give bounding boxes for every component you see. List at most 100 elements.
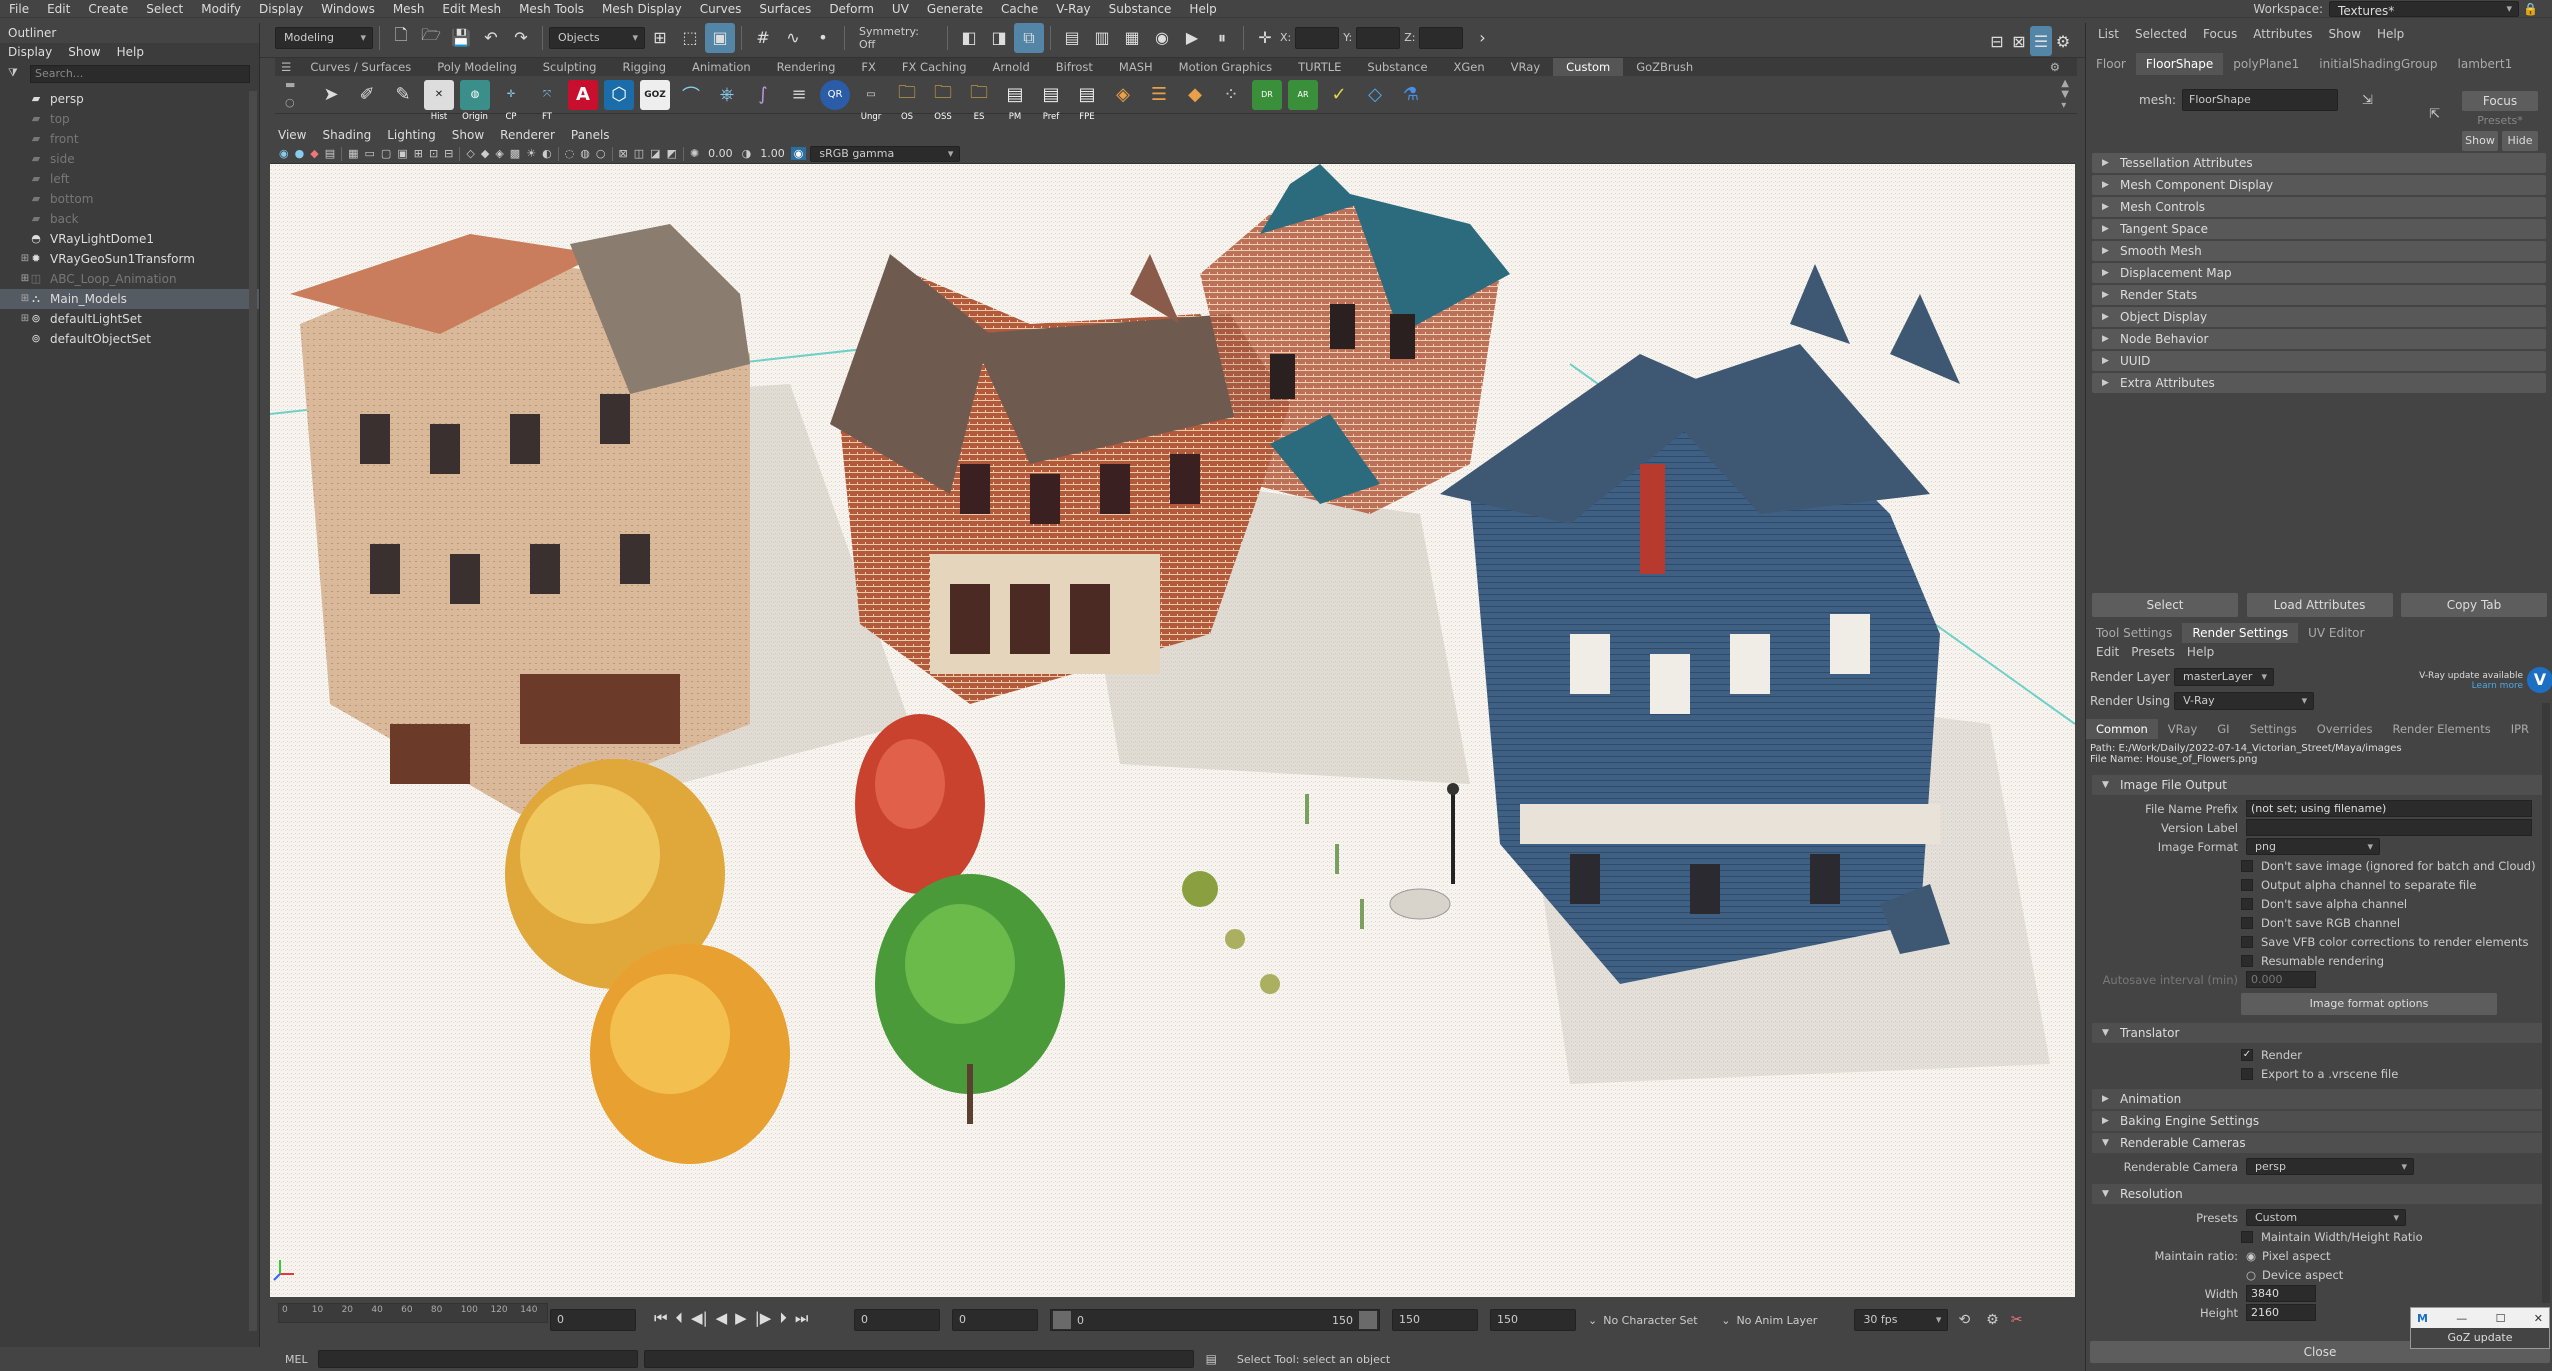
selection-mask-dropdown[interactable]: Objects	[549, 26, 645, 49]
rs-menu-presets[interactable]: Presets	[2125, 645, 2181, 659]
menu-mesh-tools[interactable]: Mesh Tools	[510, 0, 593, 18]
viewport-menu-panels[interactable]: Panels	[563, 126, 618, 144]
snap-point-icon[interactable]: •	[808, 23, 838, 53]
shelf-tab-bifrost[interactable]: Bifrost	[1043, 58, 1106, 76]
outliner-item[interactable]: ⊞ ⛬ Main_Models	[0, 289, 259, 309]
image-format-options-button[interactable]: Image format options	[2241, 993, 2497, 1015]
translator-section[interactable]: Translator	[2092, 1023, 2547, 1043]
z-field[interactable]	[1419, 26, 1464, 49]
python-script-icon[interactable]: ⚗	[1396, 80, 1426, 110]
step-back-frame-icon[interactable]: ◀|	[687, 1309, 712, 1327]
ae-section-tessellation-attributes[interactable]: Tessellation Attributes	[2092, 153, 2546, 173]
construction-history-icon[interactable]: ⧉	[1014, 22, 1044, 53]
depth-of-field-icon[interactable]: ◩	[664, 147, 680, 160]
playback-end-field[interactable]: 150	[1392, 1309, 1478, 1331]
hex-plugin-icon[interactable]: ⬡	[604, 79, 634, 110]
center-pivot-origin-icon[interactable]: Origin ◍	[460, 79, 490, 122]
gamma-icon[interactable]: ◑	[739, 147, 755, 160]
expand-icon[interactable]: ⊞	[20, 269, 30, 289]
version-label-field[interactable]	[2246, 819, 2532, 836]
rs-subtab-vray[interactable]: VRay	[2158, 719, 2207, 739]
ae-section-uuid[interactable]: UUID	[2092, 351, 2546, 371]
menu-select[interactable]: Select	[137, 0, 192, 18]
camera-attributes-icon[interactable]: ●	[292, 147, 308, 160]
current-frame-field[interactable]: 0	[550, 1309, 636, 1331]
attribute-editor-toggle-icon[interactable]: ☰	[2030, 26, 2052, 56]
menu-help[interactable]: Help	[1180, 0, 1225, 18]
shelf-tab-rendering[interactable]: Rendering	[764, 58, 849, 76]
step-forward-key-icon[interactable]: ⏵	[775, 1309, 791, 1327]
height-field[interactable]: 2160	[2246, 1304, 2316, 1321]
ae-section-displacement-map[interactable]: Displacement Map	[2092, 263, 2546, 283]
mel-label[interactable]: MEL	[0, 1353, 318, 1366]
menu-modify[interactable]: Modify	[192, 0, 250, 18]
gate-mask-icon[interactable]: ▣	[394, 147, 410, 160]
outliner-item[interactable]: ▰ persp	[0, 89, 259, 109]
shadows-icon[interactable]: ◐	[539, 147, 555, 160]
ae-section-object-display[interactable]: Object Display	[2092, 307, 2546, 327]
outliner-search-input[interactable]: Search...	[30, 65, 250, 83]
mel-input[interactable]	[317, 1350, 638, 1368]
ungroup-icon[interactable]: Ungr ▭	[856, 80, 886, 122]
copy-tab-button[interactable]: Copy Tab	[2401, 593, 2547, 617]
rs-subtab-render-elements[interactable]: Render Elements	[2383, 719, 2501, 739]
workspace-dropdown[interactable]: Textures*	[2329, 1, 2520, 18]
menu-create[interactable]: Create	[79, 0, 137, 18]
outliner-item[interactable]: ▰ left	[0, 169, 259, 189]
brush-icon[interactable]: ✓	[1324, 80, 1354, 110]
play-backward-icon[interactable]: ◀	[712, 1309, 732, 1327]
play-forward-icon[interactable]: ▶	[731, 1309, 751, 1327]
ipr-render-icon[interactable]: ▥	[1087, 23, 1117, 53]
field-chart-icon[interactable]: ⊞	[411, 147, 426, 160]
select-tool-icon[interactable]: ➤	[316, 80, 346, 110]
ae-tab-floorshape[interactable]: FloorShape	[2135, 53, 2224, 75]
rs-subtab-gi[interactable]: GI	[2207, 719, 2239, 739]
outliner-item[interactable]: ▰ side	[0, 149, 259, 169]
rs-subtab-overrides[interactable]: Overrides	[2307, 719, 2383, 739]
select-button[interactable]: Select	[2092, 593, 2238, 617]
learn-more-link[interactable]: Learn more	[2419, 681, 2523, 691]
renderable-camera-dropdown[interactable]: persp	[2246, 1158, 2414, 1175]
outliner-item[interactable]: ⊞ ⊚ defaultLightSet	[0, 309, 259, 329]
save-scene-icon[interactable]: 💾	[446, 23, 476, 53]
render-checkbox[interactable]: ✓	[2241, 1048, 2253, 1061]
shelf-tab-gozbrush[interactable]: GoZBrush	[1623, 58, 1706, 76]
anti-aliasing-icon[interactable]: ◪	[647, 147, 663, 160]
render-layer-dropdown[interactable]: masterLayer	[2174, 668, 2274, 686]
outliner-item[interactable]: ◓ VRayLightDome1	[0, 229, 259, 249]
export-vrscene-checkbox[interactable]	[2241, 1067, 2253, 1080]
transform-mode-icon[interactable]: ✛	[1250, 23, 1280, 53]
pipe-icon[interactable]: ⎈	[712, 80, 742, 110]
viewport-3d[interactable]	[270, 164, 2075, 1297]
shelf-tab-vray[interactable]: VRay	[1498, 58, 1553, 76]
outliner-item[interactable]: ⊞ ◫ ABC_Loop_Animation	[0, 269, 259, 289]
ae-section-node-behavior[interactable]: Node Behavior	[2092, 329, 2546, 349]
curve-tool-icon[interactable]: ⌒	[676, 80, 706, 110]
vray-render-icon[interactable]: ▶	[1177, 23, 1207, 53]
redo-icon[interactable]: ↷	[506, 23, 536, 53]
goto-end-icon[interactable]: ⏭	[791, 1309, 813, 1327]
range-start-field[interactable]: 0	[854, 1309, 940, 1331]
viewport-menu-renderer[interactable]: Renderer	[492, 126, 563, 144]
paint-select-icon[interactable]: ✎	[388, 80, 418, 110]
diamond-icon[interactable]: ◇	[1360, 80, 1390, 110]
fix-path-icon[interactable]: FPE ▤	[1072, 80, 1102, 122]
vray-logo-icon[interactable]: V	[2527, 667, 2552, 693]
snap-grid-icon[interactable]: #	[748, 23, 778, 53]
lock-icon[interactable]: 🔒	[2519, 0, 2542, 18]
step-forward-frame-icon[interactable]: |▶	[751, 1309, 776, 1327]
shelf-tab-motion-graphics[interactable]: Motion Graphics	[1166, 58, 1285, 76]
menu-uv[interactable]: UV	[883, 0, 918, 18]
tiles-icon[interactable]: ◆	[1180, 80, 1210, 110]
minimize-icon[interactable]: —	[2456, 1312, 2467, 1325]
checkbox[interactable]	[2241, 954, 2253, 967]
auto-key-icon[interactable]: ⚙	[1980, 1312, 2005, 1328]
shelf-tab-curves-surfaces[interactable]: Curves / Surfaces	[297, 58, 424, 76]
rs-tab-render-settings[interactable]: Render Settings	[2182, 623, 2299, 643]
resolution-presets-dropdown[interactable]: Custom	[2246, 1209, 2406, 1226]
lasso-tool-icon[interactable]: ✐	[352, 80, 382, 110]
menu-surfaces[interactable]: Surfaces	[750, 0, 820, 18]
stack-icon[interactable]: ◈	[1108, 80, 1138, 110]
xray-components-icon[interactable]: ○	[593, 147, 609, 160]
viewport-menu-shading[interactable]: Shading	[314, 126, 379, 144]
